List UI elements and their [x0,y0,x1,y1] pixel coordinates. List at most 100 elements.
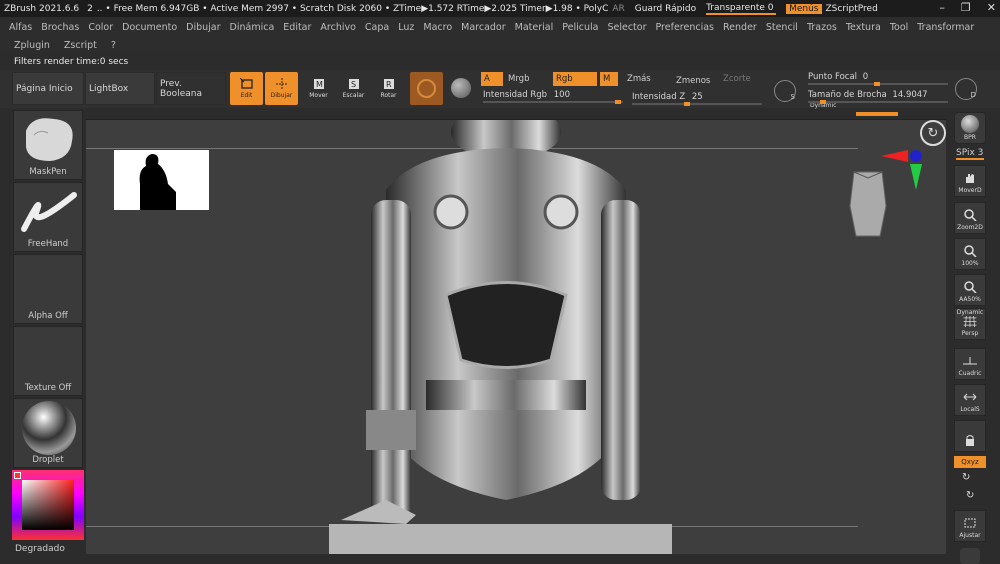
prev-boolean-button[interactable]: Prev. Booleana [156,72,226,105]
zoom-icon [964,209,977,221]
lock-button[interactable] [954,420,986,452]
menu-item[interactable]: Trazos [807,22,837,33]
rotate-y-icon[interactable]: ↻ [962,472,970,483]
menu-item[interactable]: Documento [122,22,177,33]
xyz-toggle[interactable]: Qxyz [954,456,986,468]
spix-slider[interactable]: SPix 3 [956,148,984,160]
floor-button[interactable]: Cuadric [954,348,986,380]
alpha-label: Alpha Off [28,311,68,321]
menu-item[interactable]: Transformar [917,22,974,33]
move-2d-label: MoverD [958,187,982,194]
menu-item[interactable]: Preferencias [656,22,715,33]
alpha-slot[interactable]: Alpha Off [13,254,83,324]
material-swatch[interactable] [410,72,443,105]
z-intensity-slider[interactable]: Intensidad Z 25 [632,92,762,106]
zsub-toggle[interactable]: Zmenos [673,74,717,88]
rotate-z-icon[interactable]: ↻ [966,490,974,501]
m-toggle[interactable]: M [600,72,618,86]
draw-icon [275,78,288,90]
zcut-toggle[interactable]: Zcorte [720,72,760,86]
menu-item[interactable]: Stencil [766,22,798,33]
stroke-slot[interactable]: FreeHand [13,182,83,252]
menu-item[interactable]: Textura [846,22,881,33]
zscript-button[interactable]: ZScriptPred [826,4,878,14]
menu-item[interactable]: Material [515,22,554,33]
color-square[interactable] [22,480,74,530]
rgb-toggle[interactable]: Rgb [553,72,597,86]
aa-magnifier-icon [964,281,977,293]
menu-item[interactable]: Tool [890,22,908,33]
move-2d-button[interactable]: MoverD [954,165,986,197]
document-canvas[interactable]: ↻ [86,120,946,554]
color-cursor-icon [14,472,21,479]
menu-item[interactable]: Capa [365,22,389,33]
refresh-icon[interactable]: ↻ [920,120,946,146]
menu-item[interactable]: Macro [423,22,452,33]
menu-item[interactable]: Selector [607,22,646,33]
color-picker[interactable] [12,470,84,540]
menus-button[interactable]: Menús [786,3,822,14]
scale-button[interactable]: S Escalar [337,72,370,105]
edit-icon [239,78,253,89]
menu-item[interactable]: Brochas [41,22,79,33]
s-button[interactable]: S [774,80,796,102]
brush-slot[interactable]: MaskPen [13,110,83,180]
draw-button[interactable]: Dibujar [265,72,298,105]
texture-slot[interactable]: Texture Off [13,326,83,396]
menu-item[interactable]: Render [723,22,757,33]
material-slot[interactable]: Droplet [13,398,83,468]
menu-item[interactable]: ? [111,40,116,51]
menu-item[interactable]: Archivo [320,22,356,33]
move-button[interactable]: M Mover [302,72,335,105]
d-button[interactable]: D [955,78,977,100]
svg-text:S: S [351,80,356,89]
restore-icon[interactable]: ❐ [961,1,971,14]
zadd-toggle[interactable]: Zmás [624,72,664,86]
s-label: S [790,93,795,101]
zoom-100-button[interactable]: 100% [954,238,986,270]
main-menu-bar-2: Zplugin Zscript? [0,37,1000,53]
material-label: Droplet [32,455,64,465]
focal-slider[interactable]: Punto Focal 0 [808,72,948,86]
menu-item[interactable]: Dinámica [230,22,275,33]
rotate-button[interactable]: R Rotar [372,72,405,105]
mrgb-toggle[interactable]: Mrgb [505,72,545,86]
zoom-2d-button[interactable]: Zoom2D [954,202,986,234]
lightbox-button[interactable]: LightBox [85,72,155,105]
menu-item[interactable]: Pelicula [562,22,598,33]
menu-item[interactable]: Luz [398,22,414,33]
navigation-cube-icon[interactable] [846,166,890,242]
bpr-icon [961,115,979,133]
menu-item[interactable]: Zscript [64,40,97,51]
rgb-intensity-slider[interactable]: Intensidad Rgb 100 [483,90,623,104]
home-page-button[interactable]: Página Inicio [12,72,84,105]
hand-tool-icon[interactable] [960,548,980,564]
a-toggle[interactable]: A [481,72,503,86]
droplet-material-icon [22,401,76,455]
menu-item[interactable]: Dibujar [186,22,220,33]
edit-button[interactable]: Edit [230,72,263,105]
sphere-icon[interactable] [451,78,471,98]
menu-item[interactable]: Color [88,22,113,33]
close-icon[interactable]: ✕ [987,1,996,14]
menu-item[interactable]: Alfas [9,22,32,33]
menu-item[interactable]: Marcador [461,22,506,33]
main-menu-bar: Alfas Brochas Color Documento Dibujar Dinámic… [0,18,1000,37]
fit-button[interactable]: Ajustar [954,510,986,542]
persp-button[interactable]: Dynamic Persp [954,308,986,340]
reference-thumbnail [114,150,209,210]
minimize-icon[interactable]: – [939,1,945,14]
floor-label: Cuadric [958,370,982,377]
focal-label: Punto Focal [808,72,858,82]
menu-item[interactable]: Editar [283,22,311,33]
menu-item[interactable]: Zplugin [14,40,50,51]
quicksave-button[interactable]: Guard Rápido [635,4,696,14]
ar-label: AR [612,3,625,14]
move-icon: M [313,79,324,89]
local-symmetry-button[interactable]: LocalS [954,384,986,416]
aa-half-button[interactable]: AA50% [954,274,986,306]
z-intensity-label: Intensidad Z [632,92,686,102]
transparent-slider[interactable]: Transparente 0 [706,3,777,15]
bpr-button[interactable]: BPR [954,112,986,144]
brush-size-slider[interactable]: Tamaño de Brocha 14.9047 Dynamic [808,90,948,109]
